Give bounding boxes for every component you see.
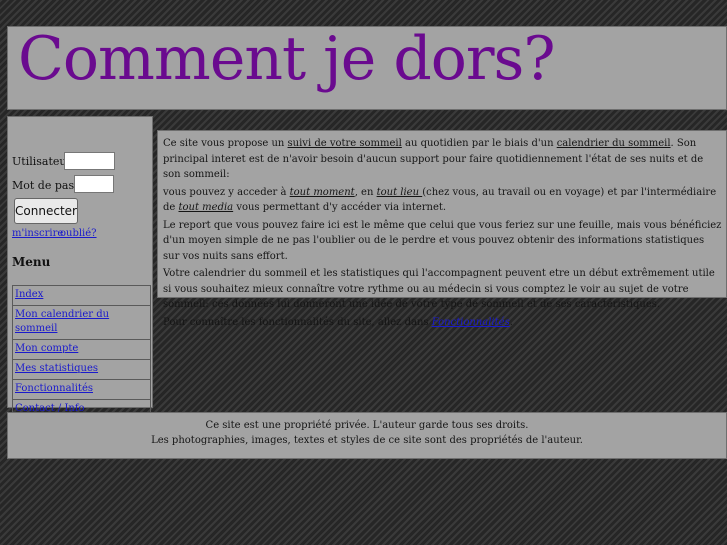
- register-link[interactable]: m'inscrire: [12, 228, 63, 239]
- menu-item-compte[interactable]: Mon compte: [13, 340, 150, 360]
- menu-item-label: Mon compte: [15, 343, 79, 354]
- fonctionnalites-link[interactable]: Fonctionnalités: [432, 317, 510, 328]
- footer-copyright: Ce site est une propriété privée. L'aute…: [205, 420, 529, 431]
- suivi-sommeil-link[interactable]: suivi de votre sommeil: [288, 138, 402, 149]
- text-fragment: Ce site vous propose un: [163, 138, 288, 149]
- text-fragment: .: [509, 316, 513, 328]
- menu-item-fonctionnalites[interactable]: Fonctionnalités: [13, 380, 150, 400]
- access-paragraph: vous pouvez y acceder à tout moment, en …: [163, 185, 722, 216]
- footer-ownership: Les photographies, images, textes et sty…: [151, 435, 583, 446]
- password-input[interactable]: [74, 175, 114, 193]
- menu-item-label: Mon calendrier du sommeil: [15, 309, 110, 334]
- menu-list: Index Mon calendrier du sommeil Mon comp…: [12, 285, 151, 420]
- calendrier-sommeil-link[interactable]: calendrier du sommeil: [557, 138, 671, 149]
- tout-media-link[interactable]: tout media: [179, 202, 234, 213]
- menu-item-statistiques[interactable]: Mes statistiques: [13, 360, 150, 380]
- header-banner: Comment je dors?: [7, 24, 727, 110]
- text-fragment: au quotidien par le biais d'un: [401, 138, 557, 149]
- menu-item-index[interactable]: Index: [13, 286, 150, 306]
- sidebar: Utilisateur: Mot de passe: Connecter m'i…: [7, 116, 153, 420]
- site-title: Comment je dors?: [18, 24, 556, 94]
- menu-item-calendrier[interactable]: Mon calendrier du sommeil: [13, 306, 150, 340]
- forgot-password-link[interactable]: oublié?: [60, 228, 97, 239]
- footer: Ce site est une propriété privée. L'aute…: [7, 412, 727, 459]
- tout-lieu-link[interactable]: tout lieu: [377, 187, 423, 198]
- menu-title: Menu: [12, 255, 51, 269]
- connect-button[interactable]: Connecter: [14, 198, 78, 224]
- features-paragraph: Pour connaître les fonctionnalités du si…: [163, 315, 722, 331]
- menu-item-label: Index: [15, 289, 44, 300]
- text-fragment: , en: [354, 186, 377, 198]
- menu-item-label: Mes statistiques: [15, 363, 99, 374]
- username-input[interactable]: [64, 152, 115, 170]
- intro-paragraph: Ce site vous propose un suivi de votre s…: [163, 136, 722, 183]
- menu-item-label: Fonctionnalités: [15, 383, 93, 394]
- text-fragment: Pour connaître les fonctionnalités du si…: [163, 316, 432, 328]
- calendar-paragraph: Votre calendrier du sommeil et les stati…: [163, 268, 715, 310]
- text-fragment: vous pouvez y acceder à: [163, 186, 290, 198]
- tout-moment-link[interactable]: tout moment: [290, 187, 355, 198]
- text-fragment: vous permettant d'y accéder via internet…: [233, 202, 447, 213]
- report-paragraph: Le report que vous pouvez faire ici est …: [163, 219, 722, 262]
- main-content: Ce site vous propose un suivi de votre s…: [157, 130, 727, 328]
